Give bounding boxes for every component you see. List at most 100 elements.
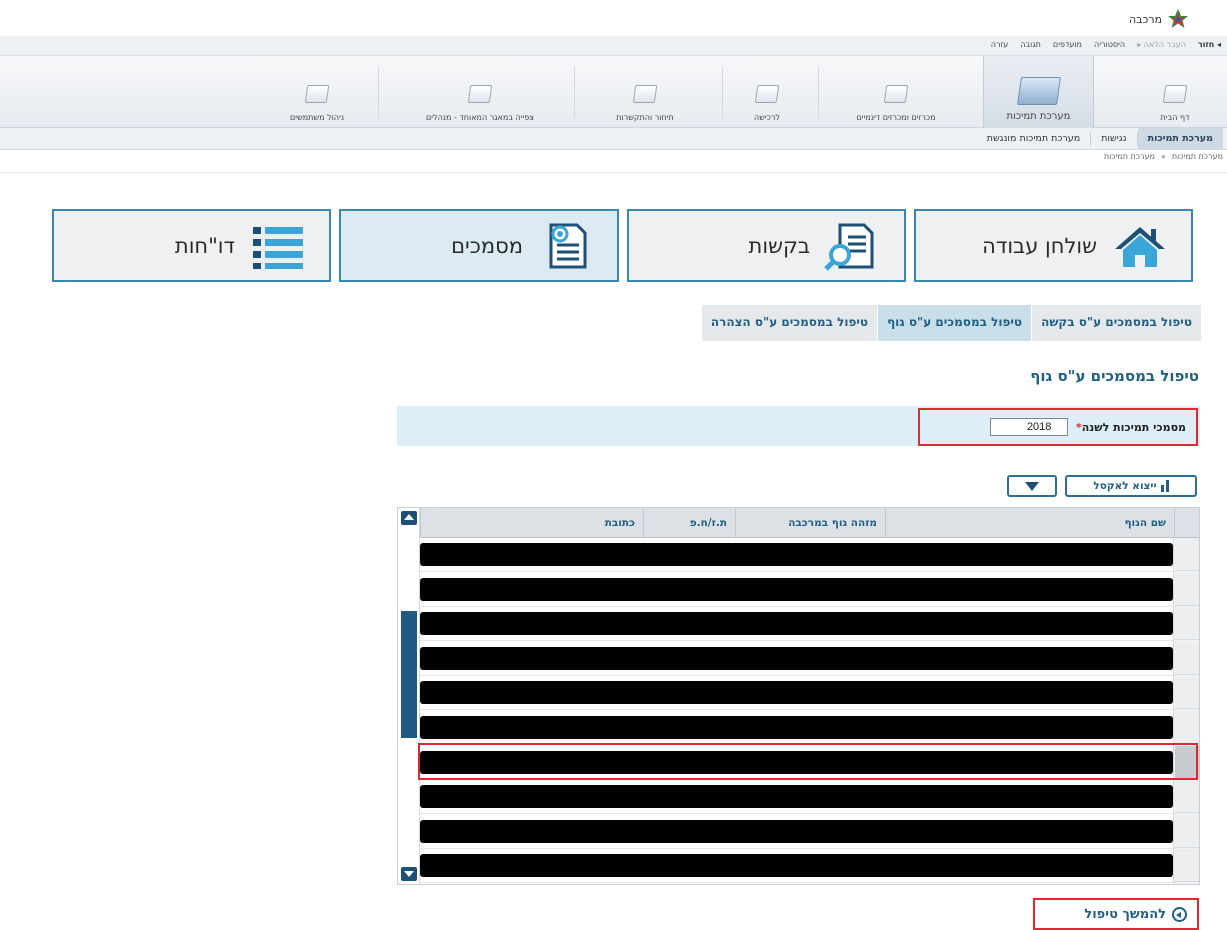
scroll-down-icon[interactable]	[401, 867, 417, 881]
module-divider	[818, 66, 819, 118]
subnav-support-system[interactable]: מערכת תמיכות	[1137, 128, 1223, 150]
year-input[interactable]: 2018	[989, 418, 1068, 436]
module-bidding[interactable]: תיחור והתקשרות	[580, 56, 710, 128]
redacted-row-content	[420, 543, 1173, 566]
table-row[interactable]	[420, 538, 1199, 572]
breadcrumb-item[interactable]: מערכת תמיכות	[1172, 152, 1223, 161]
tile-label: דו"חות	[174, 233, 235, 258]
folders-stack-icon	[1016, 77, 1061, 105]
redacted-row-content	[420, 716, 1173, 739]
column-header-selector	[1174, 508, 1199, 538]
filter-button[interactable]	[1007, 475, 1057, 497]
folder-icon	[1162, 85, 1188, 103]
folder-icon	[304, 85, 330, 103]
redacted-row-content	[420, 785, 1173, 809]
module-label: מערכת תמיכות	[1006, 111, 1071, 122]
folder-icon	[467, 85, 493, 103]
module-tenders[interactable]: מכרזים ומכרזים דינמיים	[826, 56, 966, 128]
top-header: מרכבה	[0, 0, 1227, 36]
table-row[interactable]	[420, 572, 1199, 607]
row-selector[interactable]	[1175, 780, 1199, 814]
row-selector[interactable]	[1175, 814, 1199, 848]
folder-icon	[883, 85, 909, 103]
document-tabs: טיפול במסמכים ע"ס בקשה טיפול במסמכים ע"ס…	[700, 305, 1201, 341]
feedback-link[interactable]: תגובה	[1020, 40, 1041, 49]
folder-icon	[632, 85, 658, 103]
module-label: ניהול משתמשים	[289, 113, 345, 122]
forward-label: העבר הלאה	[1143, 40, 1186, 49]
tile-reports[interactable]: דו"חות	[52, 209, 331, 282]
forward-link: העבר הלאה ▸	[1137, 40, 1186, 49]
module-support-system[interactable]: מערכת תמיכות	[983, 56, 1094, 128]
back-label: חזור	[1197, 40, 1215, 49]
table-row[interactable]	[420, 849, 1199, 884]
tab-docs-by-entity[interactable]: טיפול במסמכים ע"ס גוף	[877, 305, 1032, 341]
module-user-management[interactable]: ניהול משתמשים	[262, 56, 372, 128]
subnav-accessibility[interactable]: נגישות	[1091, 128, 1136, 150]
tab-docs-by-request[interactable]: טיפול במסמכים ע"ס בקשה	[1031, 305, 1201, 341]
module-home[interactable]: דף הבית	[1140, 56, 1210, 128]
module-divider	[722, 66, 723, 118]
row-selector[interactable]	[1175, 607, 1199, 641]
breadcrumb-item[interactable]: מערכת תמיכות	[1104, 152, 1155, 161]
header-divider	[0, 172, 1227, 173]
module-unified-repository[interactable]: צפייה במאגר המאוחד - מנהלים	[392, 56, 568, 128]
folder-icon	[754, 85, 780, 103]
tab-docs-by-declaration[interactable]: טיפול במסמכים ע"ס הצהרה	[700, 305, 878, 341]
year-filter-label: מסמכי תמיכות לשנה*	[1076, 421, 1186, 434]
table-scrollbar[interactable]	[398, 508, 420, 884]
continue-handling-label: להמשך טיפול	[1084, 906, 1166, 922]
tile-workspace[interactable]: שולחן עבודה	[914, 209, 1193, 282]
document-search-icon	[824, 223, 874, 271]
row-selector[interactable]	[1175, 676, 1199, 710]
sub-navigation: מערכת תמיכות נגישות מערכת תמיכות מונגשת	[0, 128, 1227, 150]
redacted-row-content	[420, 646, 1173, 670]
column-header-id-number[interactable]: ת.ז/ח.פ	[643, 508, 735, 538]
list-icon	[253, 226, 303, 269]
table-row[interactable]	[420, 607, 1199, 642]
table-row[interactable]	[420, 780, 1199, 815]
table-row[interactable]	[420, 711, 1199, 745]
merkava-star-icon	[1168, 9, 1188, 28]
history-bar: ◂ חזור העבר הלאה ▸ היסטוריה מועדפים תגוב…	[0, 36, 1227, 56]
app-logo[interactable]: מרכבה	[1129, 8, 1189, 30]
table-row[interactable]	[420, 676, 1199, 711]
table-header: שם הגוף מזהה גוף במרכבה ת.ז/ח.פ כתובת	[420, 508, 1199, 538]
history-link[interactable]: היסטוריה	[1094, 40, 1125, 49]
redacted-row-content	[420, 854, 1173, 878]
subnav-accessible-support-system[interactable]: מערכת תמיכות מונגשת	[977, 128, 1090, 150]
redacted-row-content	[420, 612, 1173, 636]
module-procurement[interactable]: לרכישה	[732, 56, 802, 128]
column-header-address[interactable]: כתובת	[420, 508, 643, 538]
help-link[interactable]: עזרה	[991, 40, 1009, 49]
row-selector[interactable]	[1175, 849, 1199, 883]
tile-label: שולחן עבודה	[982, 233, 1097, 258]
scroll-up-icon[interactable]	[401, 511, 417, 525]
module-bar: דף הבית מערכת תמיכות מכרזים ומכרזים דינמ…	[0, 56, 1227, 128]
tile-label: בקשות	[748, 233, 810, 258]
continue-handling-link[interactable]: להמשך טיפול	[1033, 898, 1199, 930]
module-label: תיחור והתקשרות	[616, 113, 674, 122]
back-link[interactable]: ◂ חזור	[1198, 40, 1221, 49]
row-selector[interactable]	[1175, 711, 1199, 744]
export-excel-label: ייצוא לאקסל	[1093, 480, 1157, 492]
table-row[interactable]	[420, 814, 1199, 849]
row-selector[interactable]	[1175, 572, 1199, 606]
row-selector[interactable]	[1175, 538, 1199, 571]
export-excel-button[interactable]: ייצוא לאקסל	[1065, 475, 1197, 497]
arrow-circle-icon	[1172, 906, 1187, 922]
column-header-entity-name[interactable]: שם הגוף	[885, 508, 1174, 538]
module-divider	[378, 66, 379, 118]
module-label: דף הבית	[1160, 113, 1190, 122]
documents-icon	[549, 223, 587, 268]
breadcrumb-separator: »	[1160, 152, 1166, 161]
year-filter-label-text: מסמכי תמיכות לשנה	[1081, 420, 1186, 434]
favorites-link[interactable]: מועדפים	[1053, 40, 1082, 49]
column-header-entity-id[interactable]: מזהה גוף במרכבה	[735, 508, 885, 538]
tile-requests[interactable]: בקשות	[627, 209, 906, 282]
row-selector[interactable]	[1175, 641, 1199, 675]
scroll-thumb[interactable]	[401, 611, 417, 738]
tile-documents[interactable]: מסמכים	[339, 209, 619, 282]
module-label: מכרזים ומכרזים דינמיים	[856, 113, 936, 122]
table-row[interactable]	[420, 641, 1199, 676]
